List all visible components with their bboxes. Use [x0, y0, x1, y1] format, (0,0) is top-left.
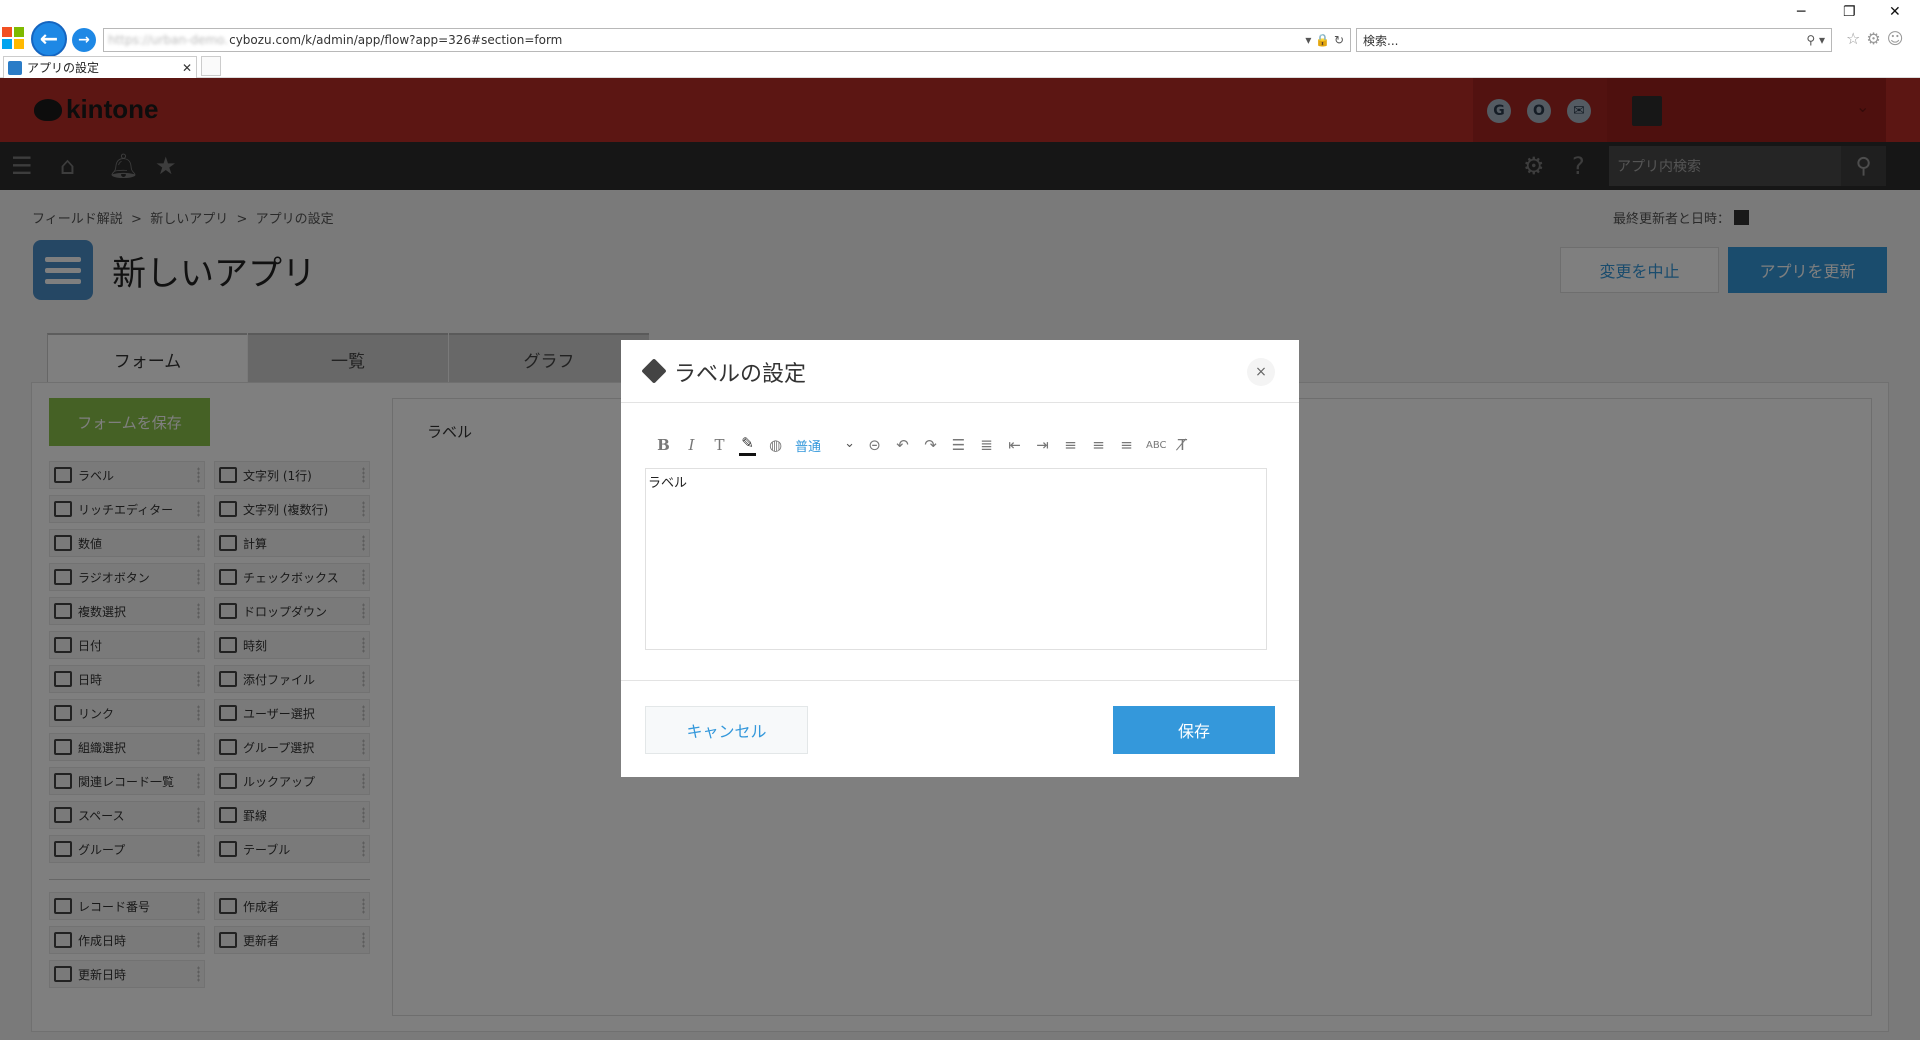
numbered-list-icon[interactable]: ≣ — [978, 436, 995, 454]
dialog-header: ラベルの設定 × — [621, 340, 1299, 403]
label-settings-dialog: ラベルの設定 × B I T ✎ ◍ 普通 ⌄ ⊝ ↶ ↷ ☰ ≣ ⇤ ⇥ ≡ … — [621, 340, 1299, 777]
tag-icon — [641, 358, 667, 384]
bullet-list-icon[interactable]: ☰ — [950, 436, 967, 454]
close-window-button[interactable]: ✕ — [1889, 4, 1901, 20]
browser-tab[interactable]: アプリの設定 ✕ — [3, 56, 197, 78]
minimize-button[interactable]: ─ — [1797, 4, 1805, 20]
align-center-icon[interactable]: ≡ — [1090, 436, 1107, 454]
new-tab-button[interactable] — [201, 56, 221, 76]
forward-button[interactable]: → — [72, 28, 96, 52]
chevron-down-icon: ⌄ — [844, 435, 855, 451]
address-prefix: https://urban-demo. — [108, 33, 229, 47]
address-path: /k/admin/app/flow?app=326#section=form — [301, 33, 563, 47]
cancel-button[interactable]: キャンセル — [645, 706, 808, 754]
search-icon[interactable]: ⚲ ▾ — [1806, 33, 1831, 47]
text-color-icon[interactable]: ✎ — [739, 434, 756, 456]
redo-icon[interactable]: ↷ — [922, 436, 939, 454]
align-right-icon[interactable]: ≡ — [1118, 436, 1135, 454]
clear-format-icon[interactable]: T̸ — [1174, 436, 1191, 454]
save-button[interactable]: 保存 — [1113, 706, 1275, 754]
editor-text: ラベル — [648, 476, 688, 491]
browser-chrome: ← → https://urban-demo. cybozu.com /k/ad… — [0, 0, 1920, 78]
align-left-icon[interactable]: ≡ — [1062, 436, 1079, 454]
favorites-icon[interactable]: ☆⚙☺ — [1846, 29, 1909, 48]
browser-search-placeholder: 検索... — [1363, 33, 1399, 48]
tab-favicon-icon — [8, 60, 22, 75]
link-icon[interactable]: ⊝ — [866, 436, 883, 454]
back-button[interactable]: ← — [31, 21, 67, 57]
dialog-footer-divider — [621, 680, 1299, 681]
windows-logo-icon — [2, 27, 24, 49]
outdent-icon[interactable]: ⇤ — [1006, 436, 1023, 454]
undo-icon[interactable]: ↶ — [894, 436, 911, 454]
restore-button[interactable]: ❐ — [1843, 4, 1856, 20]
rich-text-toolbar: B I T ✎ ◍ 普通 ⌄ ⊝ ↶ ↷ ☰ ≣ ⇤ ⇥ ≡ ≡ ≡ ABC T… — [655, 434, 1191, 456]
font-size-value: 普通 — [795, 439, 822, 455]
indent-icon[interactable]: ⇥ — [1034, 436, 1051, 454]
italic-icon[interactable]: I — [683, 436, 700, 454]
tab-close-icon[interactable]: ✕ — [182, 61, 192, 75]
dialog-title: ラベルの設定 — [674, 362, 807, 387]
close-icon[interactable]: × — [1247, 358, 1275, 386]
label-editor[interactable]: ラベル — [645, 468, 1267, 650]
bold-icon[interactable]: B — [655, 436, 672, 454]
address-host: cybozu.com — [229, 33, 302, 47]
text-format-icon[interactable]: T — [711, 436, 728, 454]
address-bar[interactable]: https://urban-demo. cybozu.com /k/admin/… — [103, 28, 1351, 52]
strikethrough-icon[interactable]: ABC — [1146, 440, 1167, 451]
font-size-select[interactable]: 普通 ⌄ — [795, 436, 855, 455]
tab-title: アプリの設定 — [27, 61, 100, 75]
browser-search-input[interactable]: 検索... ⚲ ▾ — [1356, 28, 1832, 52]
address-controls[interactable]: ▾ 🔒 ↻ — [1305, 33, 1350, 47]
background-color-icon[interactable]: ◍ — [767, 436, 784, 454]
